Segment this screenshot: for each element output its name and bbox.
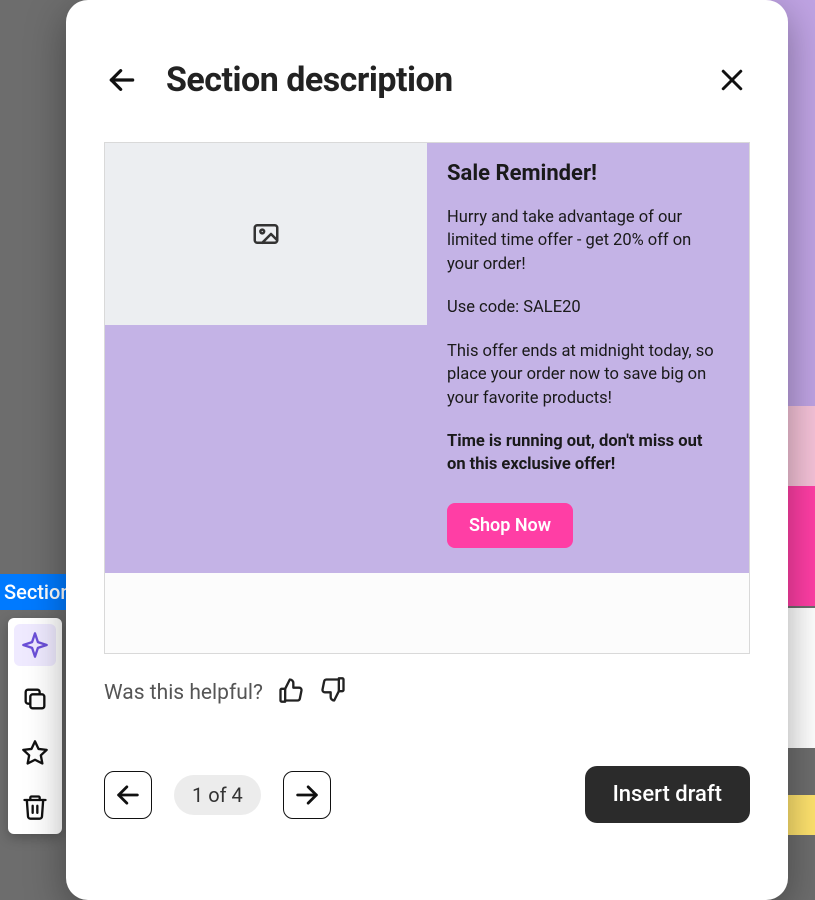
page-indicator: 1 of 4 bbox=[174, 775, 261, 815]
bg-decor bbox=[785, 608, 815, 748]
preview-paragraph: Hurry and take advantage of our limited … bbox=[447, 206, 725, 276]
preview-text: Sale Reminder! Hurry and take advantage … bbox=[427, 143, 749, 573]
preview-paragraph: Use code: SALE20 bbox=[447, 296, 725, 319]
bg-decor bbox=[785, 795, 815, 835]
next-button[interactable] bbox=[283, 771, 331, 819]
modal-header: Section description bbox=[104, 60, 750, 100]
draft-preview: Sale Reminder! Hurry and take advantage … bbox=[104, 142, 750, 654]
sparkle-icon[interactable] bbox=[14, 624, 56, 666]
modal-controls: 1 of 4 Insert draft bbox=[104, 766, 750, 823]
preview-paragraph: This offer ends at midnight today, so pl… bbox=[447, 340, 725, 410]
thumbs-down-icon[interactable] bbox=[319, 676, 347, 710]
image-placeholder bbox=[105, 143, 427, 325]
section-description-modal: Section description Sale Reminder! Hurry… bbox=[66, 0, 788, 900]
trash-icon[interactable] bbox=[14, 786, 56, 828]
feedback-prompt: Was this helpful? bbox=[104, 681, 263, 705]
insert-draft-button[interactable]: Insert draft bbox=[585, 766, 750, 823]
star-icon[interactable] bbox=[14, 732, 56, 774]
preview-footer bbox=[105, 573, 749, 653]
preview-paragraph-bold: Time is running out, don't miss out on t… bbox=[447, 430, 725, 477]
image-icon bbox=[251, 219, 281, 249]
feedback-row: Was this helpful? bbox=[104, 676, 750, 710]
shop-now-button[interactable]: Shop Now bbox=[447, 503, 573, 548]
prev-button[interactable] bbox=[104, 771, 152, 819]
floating-toolbar bbox=[8, 618, 62, 834]
close-button[interactable] bbox=[714, 62, 750, 98]
thumbs-up-icon[interactable] bbox=[277, 676, 305, 710]
preview-heading: Sale Reminder! bbox=[447, 161, 725, 186]
modal-title: Section description bbox=[166, 60, 453, 100]
back-button[interactable] bbox=[104, 62, 140, 98]
copy-icon[interactable] bbox=[14, 678, 56, 720]
